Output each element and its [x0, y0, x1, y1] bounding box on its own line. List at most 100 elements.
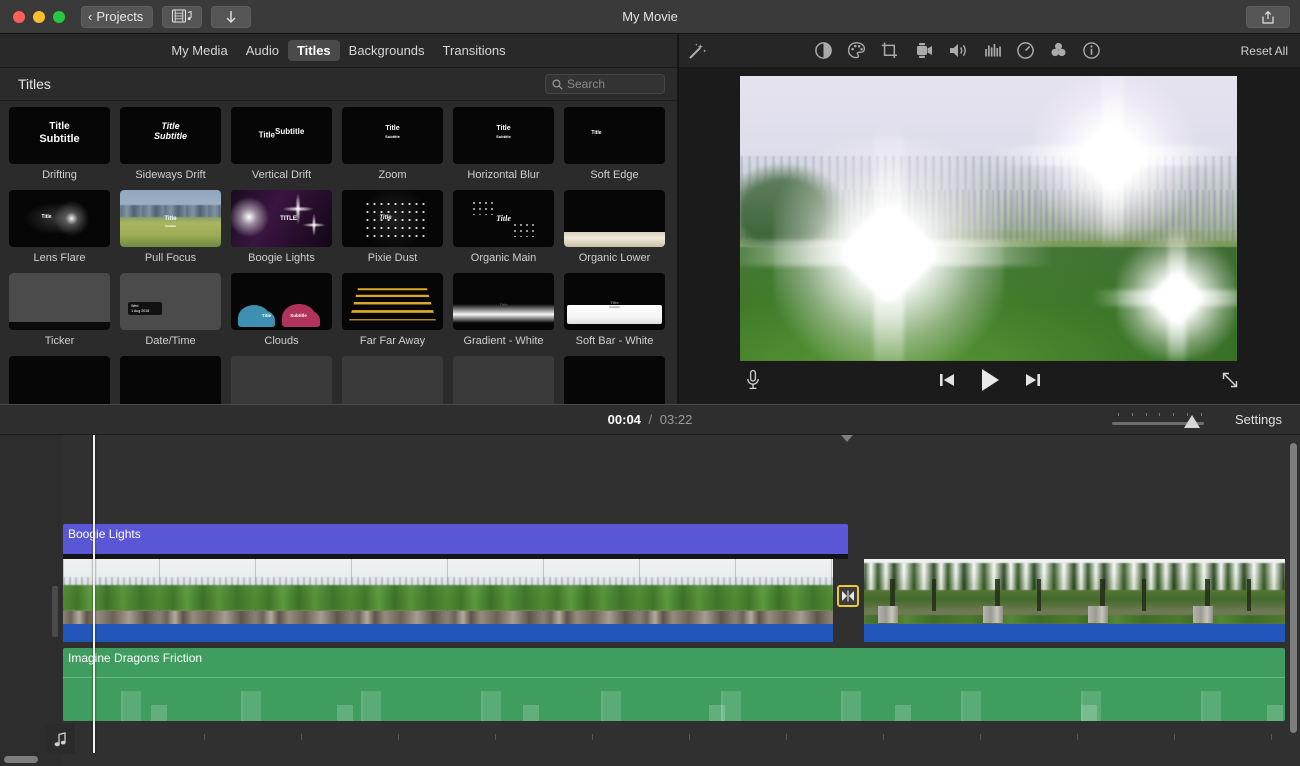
- title-thumbnail[interactable]: [120, 356, 221, 404]
- titles-browser[interactable]: TitleSubtitleDriftingTitleSubtitleSidewa…: [0, 101, 677, 404]
- title-item[interactable]: TitleLens Flare: [9, 190, 120, 273]
- title-item[interactable]: TitlePixie Dust: [342, 190, 453, 273]
- title-thumbnail[interactable]: [564, 190, 665, 247]
- title-item[interactable]: [453, 356, 564, 404]
- title-item[interactable]: Far Far Away: [342, 273, 453, 356]
- reset-all-button[interactable]: Reset All: [1241, 44, 1288, 58]
- close-window-button[interactable]: [13, 11, 25, 23]
- title-thumbnail[interactable]: Title: [9, 190, 110, 247]
- transition-clip[interactable]: [837, 585, 859, 607]
- title-thumbnail[interactable]: [342, 273, 443, 330]
- timeline-panel[interactable]: Boogie Lights: [0, 435, 1300, 766]
- title-item[interactable]: Ticker: [9, 273, 120, 356]
- title-clip[interactable]: Boogie Lights: [63, 524, 848, 554]
- audio-waveform-divider: [63, 677, 1285, 678]
- title-thumbnail[interactable]: TitleSubtitle: [231, 273, 332, 330]
- video-clip-2-filmstrip: [864, 559, 1285, 624]
- browser-header-title: Titles: [0, 76, 51, 92]
- tab-audio[interactable]: Audio: [237, 40, 288, 61]
- timeline-vertical-scrollbar[interactable]: [1290, 443, 1297, 733]
- title-thumbnail[interactable]: Title: [564, 107, 665, 164]
- title-thumbnail[interactable]: [564, 356, 665, 404]
- video-clip-1[interactable]: [63, 559, 833, 642]
- playhead[interactable]: [93, 435, 95, 753]
- title-item[interactable]: TitleSubtitleClouds: [231, 273, 342, 356]
- title-item[interactable]: Organic Lower: [564, 190, 675, 273]
- transition-icon: [841, 590, 855, 602]
- zoom-knob[interactable]: [1184, 415, 1200, 428]
- play-button[interactable]: [978, 367, 1002, 398]
- color-balance-button[interactable]: [814, 41, 833, 60]
- music-track-button[interactable]: [45, 724, 75, 754]
- video-clip-2-audio-strip: [864, 624, 1285, 642]
- tab-titles[interactable]: Titles: [288, 40, 340, 61]
- skip-to-end-button[interactable]: [1024, 371, 1042, 394]
- clip-filter-button[interactable]: [1049, 41, 1068, 60]
- title-item[interactable]: TITLEBoogie Lights: [231, 190, 342, 273]
- title-thumbnail[interactable]: TitleSubtitle: [120, 190, 221, 247]
- title-item[interactable]: TitleSubtitleSideways Drift: [120, 107, 231, 190]
- fullscreen-button[interactable]: [1220, 370, 1240, 395]
- title-thumbnail[interactable]: [453, 356, 554, 404]
- title-item[interactable]: [342, 356, 453, 404]
- title-thumbnail[interactable]: Wed1 Aug 2018: [120, 273, 221, 330]
- title-item[interactable]: Wed1 Aug 2018Date/Time: [120, 273, 231, 356]
- speed-button[interactable]: [1016, 41, 1035, 60]
- title-item[interactable]: TitleSubtitleDrifting: [9, 107, 120, 190]
- back-to-projects-label: Projects: [96, 9, 143, 24]
- title-thumbnail[interactable]: TitleSubtitle: [9, 107, 110, 164]
- audio-clip[interactable]: Imagine Dragons Friction: [63, 648, 1285, 721]
- title-thumbnail[interactable]: Title: [453, 273, 554, 330]
- color-balance-icon: [814, 41, 833, 60]
- title-item[interactable]: [9, 356, 120, 404]
- import-media-button[interactable]: [211, 6, 251, 28]
- tab-transitions[interactable]: Transitions: [434, 40, 515, 61]
- search-input[interactable]: Search: [545, 74, 665, 94]
- title-thumbnail[interactable]: TitleSubtitle: [120, 107, 221, 164]
- timecode-display: 00:04 / 03:22: [0, 412, 1300, 427]
- zoom-window-button[interactable]: [53, 11, 65, 23]
- minimize-window-button[interactable]: [33, 11, 45, 23]
- tab-backgrounds[interactable]: Backgrounds: [340, 40, 434, 61]
- color-correction-button[interactable]: [847, 41, 866, 60]
- tab-my-media[interactable]: My Media: [162, 40, 236, 61]
- back-to-projects-button[interactable]: ‹ Projects: [81, 6, 153, 28]
- crop-button[interactable]: [880, 41, 899, 60]
- video-clip-2[interactable]: [864, 559, 1285, 642]
- share-button[interactable]: [1246, 6, 1290, 28]
- enhance-button[interactable]: [679, 41, 707, 61]
- timeline-settings-button[interactable]: Settings: [1235, 412, 1282, 427]
- title-thumbnail[interactable]: TitleSubtitle: [453, 107, 554, 164]
- title-item[interactable]: TitleSubtitlePull Focus: [120, 190, 231, 273]
- title-thumbnail[interactable]: TitleSubtitle: [564, 273, 665, 330]
- title-item[interactable]: [564, 356, 675, 404]
- title-item[interactable]: TitleSubtitleVertical Drift: [231, 107, 342, 190]
- title-thumbnail[interactable]: Title: [342, 190, 443, 247]
- title-thumbnail[interactable]: [342, 356, 443, 404]
- clip-left-handle[interactable]: [52, 586, 58, 637]
- video-preview[interactable]: [740, 76, 1237, 361]
- title-thumbnail[interactable]: TitleSubtitle: [342, 107, 443, 164]
- title-item-label: Far Far Away: [342, 335, 443, 347]
- title-thumbnail[interactable]: TitleSubtitle: [231, 107, 332, 164]
- info-button[interactable]: [1082, 41, 1101, 60]
- title-item[interactable]: [120, 356, 231, 404]
- stabilization-button[interactable]: [913, 41, 934, 60]
- title-item[interactable]: TitleSubtitleHorizontal Blur: [453, 107, 564, 190]
- title-item[interactable]: TitleOrganic Main: [453, 190, 564, 273]
- title-thumbnail[interactable]: TITLE: [231, 190, 332, 247]
- title-item[interactable]: TitleSubtitleSoft Bar - White: [564, 273, 675, 356]
- title-item[interactable]: TitleGradient - White: [453, 273, 564, 356]
- title-item[interactable]: [231, 356, 342, 404]
- title-thumbnail[interactable]: [9, 273, 110, 330]
- media-browser-button[interactable]: [162, 6, 202, 28]
- title-thumbnail[interactable]: [9, 356, 110, 404]
- volume-button[interactable]: [948, 41, 969, 60]
- timeline-horizontal-scrollbar[interactable]: [4, 756, 38, 763]
- title-thumbnail[interactable]: Title: [453, 190, 554, 247]
- noise-reduction-button[interactable]: [983, 41, 1002, 60]
- title-item[interactable]: TitleSoft Edge: [564, 107, 675, 190]
- skip-to-start-button[interactable]: [938, 371, 956, 394]
- title-item[interactable]: TitleSubtitleZoom: [342, 107, 453, 190]
- title-thumbnail[interactable]: [231, 356, 332, 404]
